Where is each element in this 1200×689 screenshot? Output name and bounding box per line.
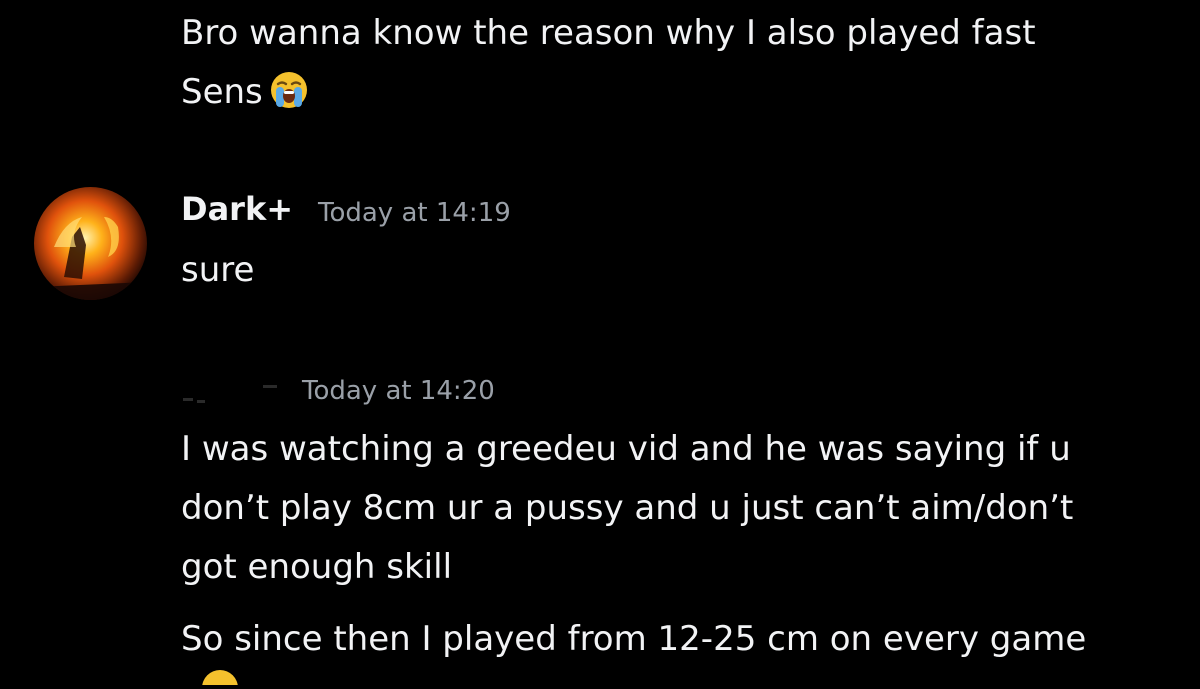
timestamp: Today at 14:19	[318, 198, 511, 228]
fire-avatar-icon	[34, 187, 147, 300]
message-text-line: Sens	[181, 63, 309, 129]
message-text-line: Bro wanna know the reason why I also pla…	[181, 13, 1036, 53]
message-text: Sens	[181, 72, 263, 112]
timestamp: Today at 14:20	[302, 376, 495, 406]
message-text-line: don’t play 8cm ur a pussy and u just can…	[181, 488, 1074, 528]
redacted-username	[181, 376, 296, 410]
username[interactable]: Dark+	[181, 190, 293, 228]
loudly-crying-face-icon	[269, 70, 309, 129]
emoji-icon	[200, 668, 240, 689]
message-text-line: sure	[181, 250, 255, 290]
message-text-line: I was watching a greedeu vid and he was …	[181, 429, 1071, 469]
message-text-line: So since then I played from 12-25 cm on …	[181, 619, 1087, 659]
avatar[interactable]	[34, 187, 147, 300]
message-text-line: got enough skill	[181, 547, 453, 587]
chat-view: Bro wanna know the reason why I also pla…	[0, 0, 1200, 689]
